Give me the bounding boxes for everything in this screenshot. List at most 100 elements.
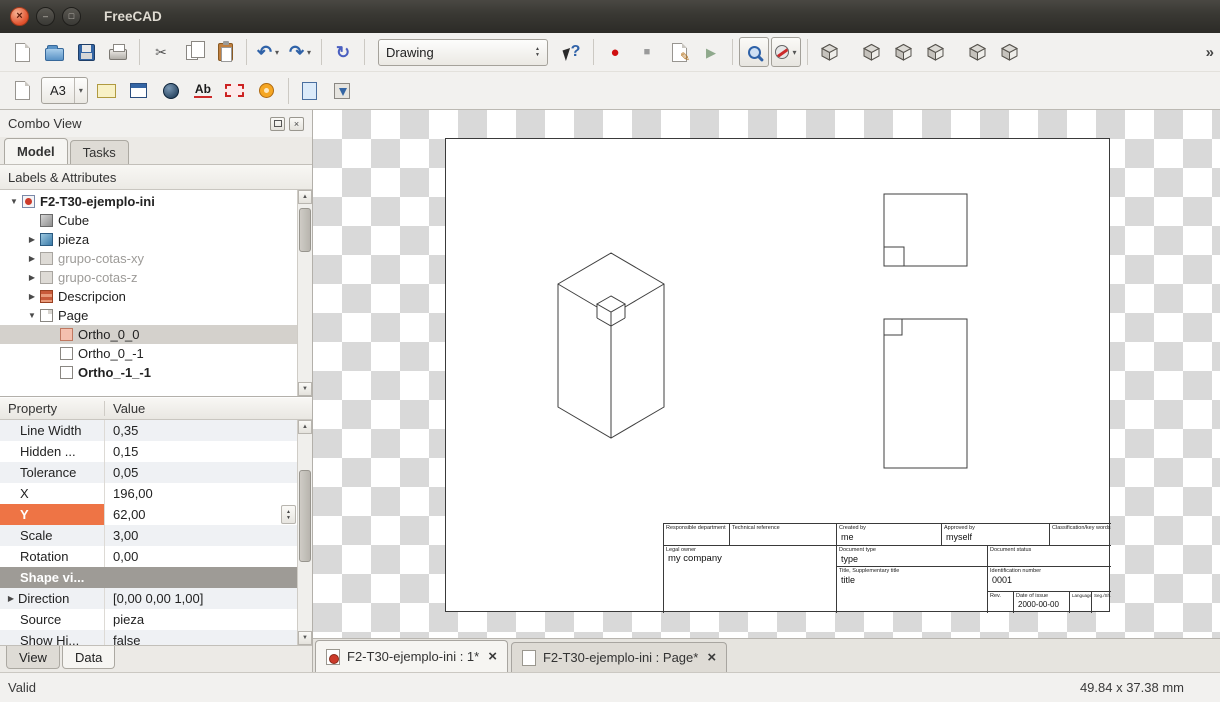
property-row-y[interactable]: Y 62,00 ▲▼: [0, 504, 297, 525]
property-value[interactable]: 3,00: [105, 525, 297, 546]
new-a3-landscape-button[interactable]: [92, 76, 122, 106]
scroll-down-icon[interactable]: ▼: [298, 631, 312, 645]
property-row-direction[interactable]: ▶Direction [0,00 0,00 1,00]: [0, 588, 297, 609]
insert-active-view-button[interactable]: [156, 76, 186, 106]
document-tab-page[interactable]: F2-T30-ejemplo-ini : Page* ×: [511, 642, 727, 672]
document-tab-3d[interactable]: F2-T30-ejemplo-ini : 1* ×: [315, 640, 508, 672]
expander-closed-icon[interactable]: ▶: [4, 594, 18, 603]
macro-record-button[interactable]: ●: [600, 37, 630, 67]
tab-tasks[interactable]: Tasks: [70, 140, 129, 164]
toolbar-overflow-button[interactable]: »: [1206, 44, 1214, 61]
scroll-up-icon[interactable]: ▲: [298, 190, 312, 204]
expander-open-icon[interactable]: ▼: [6, 197, 22, 206]
tree-item-page[interactable]: ▼ Page: [0, 306, 297, 325]
drawing-page[interactable]: Responsible department Technical referen…: [445, 138, 1110, 612]
expander-open-icon[interactable]: ▼: [24, 311, 40, 320]
redo-button[interactable]: ↷▾: [285, 37, 315, 67]
chevron-down-icon[interactable]: ▾: [74, 78, 87, 103]
property-value[interactable]: 0,35: [105, 420, 297, 441]
clip-button[interactable]: [220, 76, 250, 106]
property-row-tolerance[interactable]: Tolerance 0,05: [0, 462, 297, 483]
property-scrollbar[interactable]: ▲ ▼: [297, 420, 312, 645]
front-view-button[interactable]: [856, 37, 886, 67]
tree-item-cube[interactable]: Cube: [0, 211, 297, 230]
top-view-button[interactable]: [888, 37, 918, 67]
property-value[interactable]: pieza: [105, 609, 297, 630]
property-group-shape-view[interactable]: Shape vi...: [0, 567, 297, 588]
window-maximize-button[interactable]: □: [62, 7, 81, 26]
expander-closed-icon[interactable]: ▶: [24, 292, 40, 301]
property-column-header[interactable]: Property: [0, 401, 105, 416]
macro-stop-button[interactable]: ■: [632, 37, 662, 67]
property-row-line-width[interactable]: Line Width 0,35: [0, 420, 297, 441]
open-document-button[interactable]: [39, 37, 69, 67]
scrollbar-track[interactable]: [298, 434, 312, 631]
scrollbar-thumb[interactable]: [299, 470, 311, 562]
property-value[interactable]: false: [105, 630, 297, 645]
property-value-spinbox[interactable]: 62,00 ▲▼: [105, 504, 297, 525]
tab-model[interactable]: Model: [4, 138, 68, 164]
tree-item-grupo-cotas-z[interactable]: ▶ grupo-cotas-z: [0, 268, 297, 287]
panel-close-button[interactable]: ×: [289, 117, 304, 131]
close-tab-icon[interactable]: ×: [707, 650, 716, 665]
paste-button[interactable]: [210, 37, 240, 67]
whats-this-button[interactable]: ?: [557, 37, 587, 67]
fit-all-button[interactable]: [739, 37, 769, 67]
property-row-x[interactable]: X 196,00: [0, 483, 297, 504]
axonometric-view-button[interactable]: [814, 37, 844, 67]
property-row-rotation[interactable]: Rotation 0,00: [0, 546, 297, 567]
tree-item-descripcion[interactable]: ▶ Descripcion: [0, 287, 297, 306]
property-value[interactable]: [0,00 0,00 1,00]: [105, 588, 297, 609]
property-value[interactable]: 0,00: [105, 546, 297, 567]
property-row-hidden-width[interactable]: Hidden ... 0,15: [0, 441, 297, 462]
new-document-button[interactable]: [7, 37, 37, 67]
undo-button[interactable]: ↶▾: [253, 37, 283, 67]
window-close-button[interactable]: ×: [10, 7, 29, 26]
spinbox-arrows[interactable]: ▲▼: [281, 505, 296, 524]
window-minimize-button[interactable]: –: [36, 7, 55, 26]
property-row-show-hidden[interactable]: Show Hi... false: [0, 630, 297, 645]
macro-edit-button[interactable]: ✎: [664, 37, 694, 67]
draft-view-button[interactable]: [295, 76, 325, 106]
tree-item-document[interactable]: ▼ F2-T30-ejemplo-ini: [0, 192, 297, 211]
expander-closed-icon[interactable]: ▶: [24, 273, 40, 282]
cut-button[interactable]: ✂: [146, 37, 176, 67]
scrollbar-thumb[interactable]: [299, 208, 311, 252]
expander-closed-icon[interactable]: ▶: [24, 254, 40, 263]
save-document-button[interactable]: [71, 37, 101, 67]
bottom-view-button[interactable]: [994, 37, 1024, 67]
draw-style-button[interactable]: ▾: [771, 37, 801, 67]
property-value[interactable]: 0,15: [105, 441, 297, 462]
drawing-viewport[interactable]: Responsible department Technical referen…: [313, 110, 1220, 638]
symbol-button[interactable]: [252, 76, 282, 106]
property-value[interactable]: 196,00: [105, 483, 297, 504]
right-view-button[interactable]: [920, 37, 950, 67]
property-row-scale[interactable]: Scale 3,00: [0, 525, 297, 546]
annotation-button[interactable]: Ab: [188, 76, 218, 106]
tree-item-ortho--1--1[interactable]: Ortho_-1_-1: [0, 363, 297, 382]
spin-down-icon[interactable]: ▼: [286, 515, 291, 521]
isometric-view[interactable]: [558, 253, 664, 438]
insert-new-page-button[interactable]: [7, 76, 37, 106]
expander-closed-icon[interactable]: ▶: [24, 235, 40, 244]
property-row-source[interactable]: Source pieza: [0, 609, 297, 630]
close-tab-icon[interactable]: ×: [488, 649, 497, 664]
tree-item-grupo-cotas-xy[interactable]: ▶ grupo-cotas-xy: [0, 249, 297, 268]
tree-scrollbar[interactable]: ▲ ▼: [297, 190, 312, 396]
scrollbar-track[interactable]: [298, 204, 312, 382]
tree-item-ortho-0-0[interactable]: Ortho_0_0: [0, 325, 297, 344]
refresh-button[interactable]: ↻: [328, 37, 358, 67]
tab-view[interactable]: View: [6, 646, 60, 669]
value-column-header[interactable]: Value: [105, 401, 312, 416]
export-page-button[interactable]: [327, 76, 357, 106]
page-size-button[interactable]: A3 ▾: [41, 77, 88, 104]
panel-float-button[interactable]: [270, 117, 285, 131]
property-value[interactable]: 0,05: [105, 462, 297, 483]
scroll-down-icon[interactable]: ▼: [298, 382, 312, 396]
insert-view-button[interactable]: [124, 76, 154, 106]
scroll-up-icon[interactable]: ▲: [298, 420, 312, 434]
tree-item-pieza[interactable]: ▶ pieza: [0, 230, 297, 249]
rear-view-button[interactable]: [962, 37, 992, 67]
tree-column-header[interactable]: Labels & Attributes: [0, 165, 312, 190]
tab-data[interactable]: Data: [62, 646, 115, 669]
